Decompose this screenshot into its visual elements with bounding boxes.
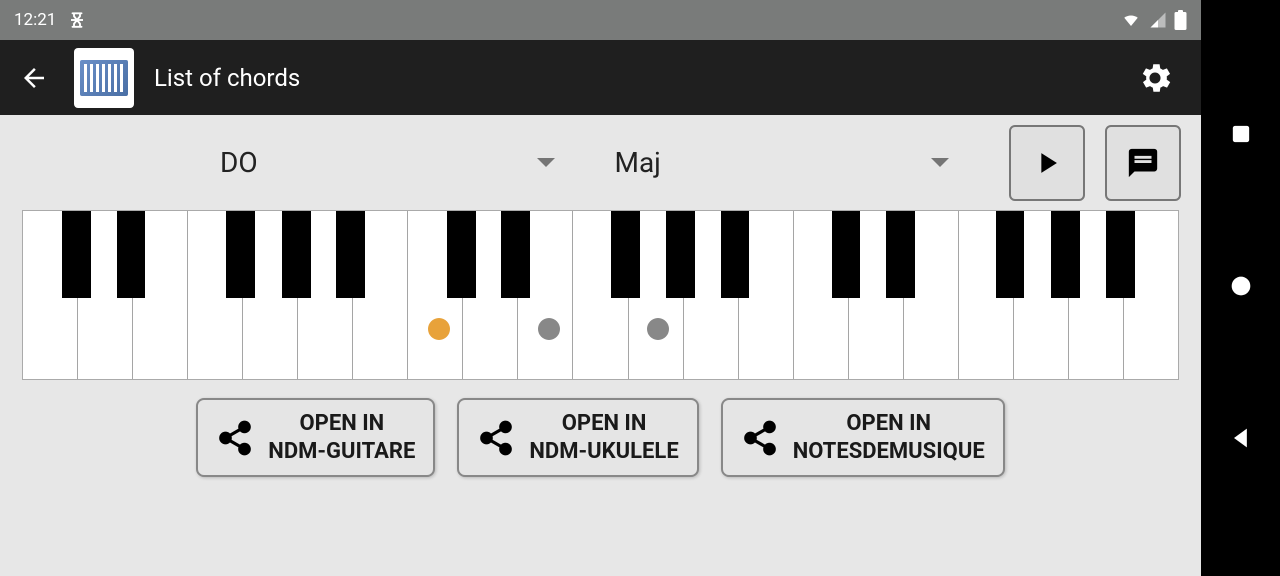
chord-type-value: Maj (615, 146, 661, 179)
circle-icon (1227, 272, 1255, 300)
white-key[interactable] (518, 211, 573, 379)
white-key[interactable] (904, 211, 959, 379)
white-key[interactable] (188, 211, 243, 379)
settings-button[interactable] (1133, 56, 1177, 100)
white-key[interactable] (298, 211, 353, 379)
root-note-value: DO (220, 146, 258, 179)
chevron-down-icon (537, 158, 555, 167)
chord-note-dot (428, 318, 450, 340)
share-icon (741, 419, 779, 457)
back-button[interactable] (14, 58, 54, 98)
white-key[interactable] (1069, 211, 1124, 379)
share-button-label: OPEN INNDM-UKULELE (529, 410, 678, 465)
comment-icon (1126, 146, 1160, 180)
white-key[interactable] (23, 211, 78, 379)
share-icon (477, 419, 515, 457)
white-key[interactable] (1014, 211, 1069, 379)
back-arrow-icon (19, 63, 49, 93)
white-key[interactable] (78, 211, 133, 379)
white-key[interactable] (243, 211, 298, 379)
white-key[interactable] (408, 211, 463, 379)
chevron-down-icon (931, 158, 949, 167)
white-key[interactable] (739, 211, 794, 379)
white-key[interactable] (1124, 211, 1178, 379)
android-nav-bar (1201, 0, 1280, 576)
share-button-1[interactable]: OPEN INNDM-UKULELE (457, 398, 698, 477)
wifi-icon (1120, 11, 1142, 29)
nav-back-button[interactable] (1227, 424, 1255, 456)
share-button-label: OPEN INNDM-GUITARE (268, 410, 415, 465)
triangle-back-icon (1227, 424, 1255, 452)
status-time: 12:21 (14, 10, 56, 30)
gear-icon (1136, 59, 1174, 97)
nav-recent-button[interactable] (1227, 120, 1255, 152)
white-key[interactable] (133, 211, 188, 379)
app-icon (74, 48, 134, 108)
chord-note-dot (647, 318, 669, 340)
status-app-icon (68, 11, 86, 29)
root-note-dropdown[interactable]: DO (200, 138, 575, 188)
battery-icon (1174, 10, 1187, 30)
chord-type-dropdown[interactable]: Maj (595, 138, 970, 188)
white-key[interactable] (959, 211, 1014, 379)
white-key[interactable] (684, 211, 739, 379)
white-key[interactable] (629, 211, 684, 379)
play-icon (1030, 146, 1064, 180)
nav-home-button[interactable] (1227, 272, 1255, 304)
square-icon (1227, 120, 1255, 148)
white-key[interactable] (849, 211, 904, 379)
page-title: List of chords (154, 64, 1113, 92)
white-key[interactable] (353, 211, 408, 379)
status-bar: 12:21 (0, 0, 1201, 40)
share-icon (216, 419, 254, 457)
share-button-2[interactable]: OPEN INNOTESDEMUSIQUE (721, 398, 1005, 477)
white-key[interactable] (794, 211, 849, 379)
app-bar: List of chords (0, 40, 1201, 115)
share-button-0[interactable]: OPEN INNDM-GUITARE (196, 398, 435, 477)
white-key[interactable] (573, 211, 628, 379)
controls-row: DO Maj (0, 115, 1201, 210)
play-button[interactable] (1009, 125, 1085, 201)
share-button-label: OPEN INNOTESDEMUSIQUE (793, 410, 985, 465)
piano-keyboard[interactable] (22, 210, 1179, 380)
comment-button[interactable] (1105, 125, 1181, 201)
share-row: OPEN INNDM-GUITARE OPEN INNDM-UKULELE OPEN… (0, 380, 1201, 495)
chord-note-dot (538, 318, 560, 340)
signal-icon (1148, 11, 1168, 29)
white-key[interactable] (463, 211, 518, 379)
